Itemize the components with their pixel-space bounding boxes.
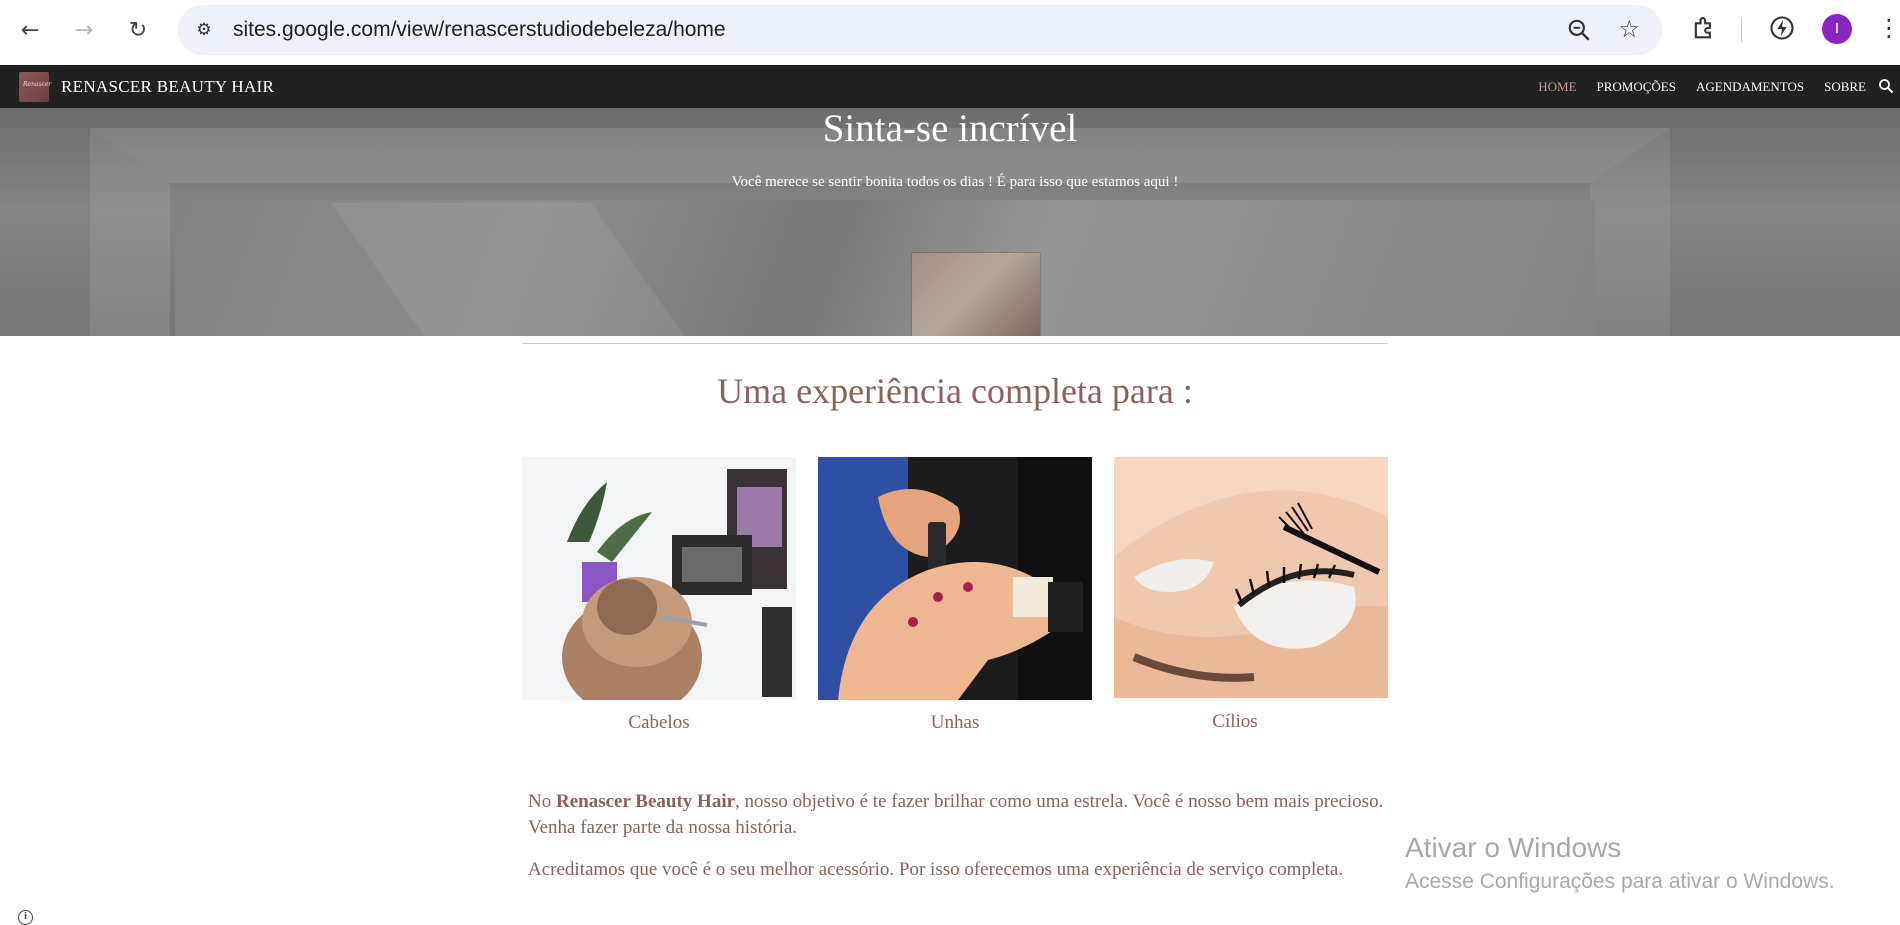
reload-button[interactable]: ↻ <box>120 12 156 48</box>
service-card-cabelos: Cabelos <box>522 457 796 734</box>
performance-icon[interactable] <box>1768 14 1796 42</box>
nav-sobre[interactable]: SOBRE <box>1824 79 1866 95</box>
back-arrow-icon: ← <box>20 17 40 43</box>
intro-paragraph: No Renascer Beauty Hair, nosso objetivo … <box>528 791 1384 838</box>
bookmark-star-icon[interactable]: ☆ <box>1618 15 1640 43</box>
forward-button[interactable]: → <box>66 12 102 48</box>
second-paragraph: Acreditamos que você é o seu melhor aces… <box>528 859 1344 880</box>
service-card-cilios: Cílios <box>1114 457 1388 733</box>
lashes-photo <box>1114 457 1388 698</box>
menu-kebab-icon[interactable]: ⋮ <box>1877 14 1900 42</box>
info-icon[interactable]: i <box>18 910 33 925</box>
nails-photo <box>818 457 1092 700</box>
site-nav: HOME PROMOÇÕES AGENDAMENTOS SOBRE <box>1538 65 1866 108</box>
divider-line <box>522 343 1388 344</box>
hero-title: Sinta-se incrível <box>822 108 1078 150</box>
search-icon[interactable] <box>1878 78 1894 94</box>
brand-name-bold: Renascer Beauty Hair <box>555 791 736 812</box>
site-header: Renascer RENASCER BEAUTY HAIR HOME PROMO… <box>0 65 1900 108</box>
service-card-unhas: Unhas <box>818 457 1092 734</box>
windows-activation-title: Ativar o Windows <box>1405 832 1622 863</box>
reload-icon: ↻ <box>128 17 148 43</box>
card-caption-unhas: Unhas <box>930 712 980 733</box>
card-caption-cilios: Cílios <box>1212 711 1258 732</box>
nav-agendamentos[interactable]: AGENDAMENTOS <box>1696 79 1804 95</box>
zoom-icon[interactable] <box>1566 17 1592 43</box>
nav-home[interactable]: HOME <box>1538 79 1576 95</box>
nav-promocoes[interactable]: PROMOÇÕES <box>1597 79 1676 95</box>
browser-toolbar: ← → ↻ ⚙ sites.google.com/view/renascerst… <box>0 0 1900 66</box>
hero-subtitle: Você merece se sentir bonita todos os di… <box>731 174 1179 190</box>
section-title: Uma experiência completa para : <box>717 371 1193 411</box>
extensions-icon[interactable] <box>1690 14 1718 42</box>
site-logo[interactable]: Renascer <box>19 72 51 102</box>
profile-avatar[interactable]: I <box>1822 14 1852 44</box>
services-grid: Cabelos Unhas Cílios <box>522 457 1388 737</box>
hair-photo <box>522 457 796 700</box>
forward-arrow-icon: → <box>74 17 94 43</box>
address-bar[interactable]: ⚙ sites.google.com/view/renascerstudiode… <box>178 5 1662 55</box>
site-title[interactable]: RENASCER BEAUTY HAIR <box>61 65 274 108</box>
url-text[interactable]: sites.google.com/view/renascerstudiodebe… <box>233 5 726 55</box>
card-caption-cabelos: Cabelos <box>628 712 690 733</box>
site-info-icon[interactable]: ⚙ <box>192 18 216 42</box>
toolbar-divider <box>1741 18 1742 42</box>
windows-activation-message: Acesse Configurações para ativar o Windo… <box>1405 870 1835 893</box>
back-button[interactable]: ← <box>12 12 48 48</box>
hero-banner: Sinta-se incrível Você merece se sentir … <box>0 108 1900 336</box>
